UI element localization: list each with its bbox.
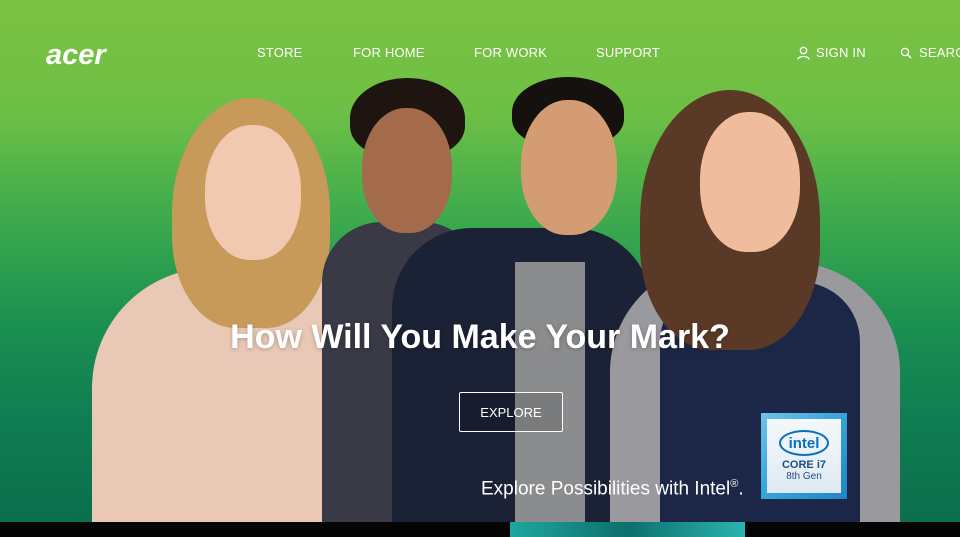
- intel-core-label: CORE i7: [781, 459, 826, 471]
- nav-support-link[interactable]: SUPPORT: [596, 45, 660, 60]
- search-link[interactable]: SEARCH: [900, 45, 960, 60]
- hero-tagline: Explore Possibilities with Intel®.: [481, 478, 744, 500]
- top-navigation: acer STORE FOR HOME FOR WORK SUPPORT SIG…: [0, 0, 960, 100]
- explore-button[interactable]: EXPLORE: [459, 392, 563, 432]
- tagline-text: Explore Possibilities with Intel: [481, 478, 731, 500]
- acer-logo[interactable]: acer: [46, 38, 132, 70]
- next-section-image-edge: [510, 522, 745, 537]
- intel-gen-label: 8th Gen: [786, 471, 822, 482]
- tagline-period: .: [738, 478, 744, 500]
- nav-for-work-link[interactable]: FOR WORK: [474, 45, 547, 60]
- sign-in-label: SIGN IN: [816, 45, 866, 60]
- search-icon: [900, 47, 912, 58]
- user-icon: [797, 46, 810, 60]
- hero-headline: How Will You Make Your Mark?: [230, 318, 730, 356]
- intel-logo: intel: [779, 430, 829, 456]
- next-section-strip: [0, 522, 960, 537]
- nav-store-link[interactable]: STORE: [257, 45, 303, 60]
- search-label: SEARCH: [919, 45, 960, 60]
- hero-banner: acer STORE FOR HOME FOR WORK SUPPORT SIG…: [0, 0, 960, 522]
- intel-core-i7-badge: intel CORE i7 8th Gen: [761, 413, 847, 499]
- svg-text:acer: acer: [46, 39, 107, 70]
- nav-for-home-link[interactable]: FOR HOME: [353, 45, 425, 60]
- sign-in-link[interactable]: SIGN IN: [797, 45, 866, 60]
